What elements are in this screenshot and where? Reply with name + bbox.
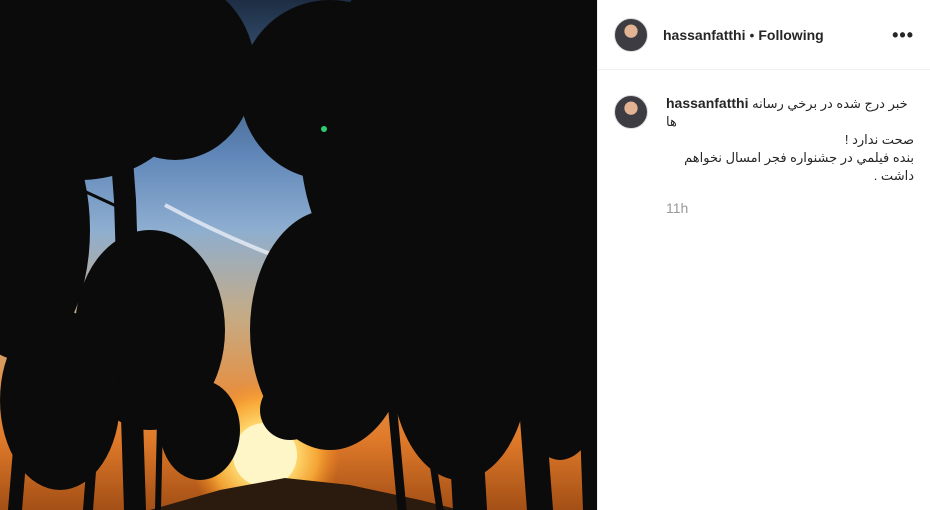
author-username[interactable]: hassanfatthi: [663, 27, 745, 43]
post-photo[interactable]: [0, 0, 597, 510]
following-button[interactable]: Following: [758, 27, 823, 43]
post-timestamp[interactable]: 11h: [666, 199, 914, 217]
caption-username[interactable]: hassanfatthi: [666, 95, 748, 111]
instagram-post: hassanfatthi • Following ••• hassanfatth…: [0, 0, 930, 510]
caption-line-3: بنده فيلمي در جشنواره فجر امسال نخواهم د…: [684, 150, 914, 183]
separator-dot: •: [749, 26, 755, 43]
caption-comment: hassanfatthi خبر درج شده در برخي رسانه ه…: [598, 70, 930, 217]
sunset-forest-image: [0, 0, 597, 510]
post-side-panel: hassanfatthi • Following ••• hassanfatth…: [597, 0, 930, 510]
author-avatar[interactable]: [614, 17, 648, 52]
post-header: hassanfatthi • Following •••: [598, 0, 930, 70]
more-options-icon[interactable]: •••: [892, 26, 914, 44]
caption-avatar[interactable]: [614, 95, 648, 129]
caption-line-2: صحت ندارد !: [844, 132, 914, 147]
caption-body: hassanfatthi خبر درج شده در برخي رسانه ه…: [666, 94, 914, 217]
